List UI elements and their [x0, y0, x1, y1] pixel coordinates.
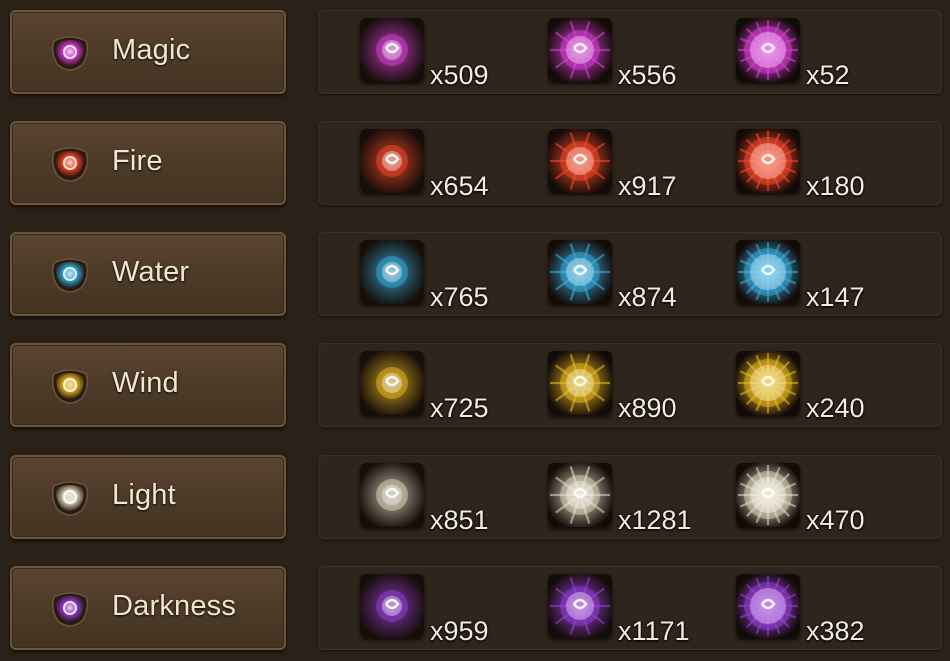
essence-item[interactable]: x725 — [360, 351, 530, 427]
essence-count: x240 — [806, 393, 865, 423]
essence-panel: x765 x874 x147 — [318, 232, 942, 316]
fire-essence-high-icon — [736, 129, 800, 193]
magic-essence-high-icon — [736, 18, 800, 82]
essence-item[interactable]: x509 — [360, 18, 530, 94]
essence-panel: x654 x917 x180 — [318, 121, 942, 205]
essence-count: x1281 — [618, 505, 692, 535]
essence-panel: x509 x556 x52 — [318, 10, 942, 94]
essence-count: x851 — [430, 505, 489, 535]
essence-item[interactable]: x874 — [548, 240, 718, 316]
fire-essence-low-icon — [360, 129, 424, 193]
wind-attribute-icon — [48, 364, 92, 408]
light-essence-mid-icon — [548, 463, 612, 527]
essence-item[interactable]: x1171 — [548, 574, 718, 650]
attribute-button-water[interactable]: Water — [10, 232, 286, 316]
darkness-attribute-icon — [48, 587, 92, 631]
essence-panel: x725 x890 x240 — [318, 343, 942, 427]
darkness-essence-mid-icon — [548, 574, 612, 638]
essence-item[interactable]: x851 — [360, 463, 530, 539]
wind-essence-mid-icon — [548, 351, 612, 415]
attribute-button-wind[interactable]: Wind — [10, 343, 286, 427]
darkness-essence-high-icon — [736, 574, 800, 638]
essence-count: x917 — [618, 171, 677, 201]
essence-count: x874 — [618, 282, 677, 312]
essence-count: x509 — [430, 60, 489, 90]
magic-essence-low-icon — [360, 18, 424, 82]
attribute-button-fire[interactable]: Fire — [10, 121, 286, 205]
attribute-label: Fire — [112, 145, 163, 177]
attribute-button-darkness[interactable]: Darkness — [10, 566, 286, 650]
essence-count: x765 — [430, 282, 489, 312]
attribute-row-magic: Magic x509 x556 x52 — [0, 10, 950, 106]
essence-item[interactable]: x382 — [736, 574, 906, 650]
attribute-button-light[interactable]: Light — [10, 455, 286, 539]
magic-attribute-icon — [48, 31, 92, 75]
fire-essence-mid-icon — [548, 129, 612, 193]
essence-count: x382 — [806, 616, 865, 646]
attribute-label: Wind — [112, 367, 179, 399]
essence-item[interactable]: x52 — [736, 18, 906, 94]
attribute-label: Water — [112, 256, 190, 288]
attribute-row-wind: Wind x725 x890 x240 — [0, 343, 950, 439]
attribute-label: Darkness — [112, 590, 237, 622]
essence-item[interactable]: x470 — [736, 463, 906, 539]
water-attribute-icon — [48, 253, 92, 297]
fire-attribute-icon — [48, 142, 92, 186]
attribute-row-light: Light x851 x1281 x470 — [0, 455, 950, 551]
wind-essence-low-icon — [360, 351, 424, 415]
essence-item[interactable]: x147 — [736, 240, 906, 316]
attribute-row-fire: Fire x654 x917 x180 — [0, 121, 950, 217]
essence-count: x654 — [430, 171, 489, 201]
essence-item[interactable]: x180 — [736, 129, 906, 205]
water-essence-mid-icon — [548, 240, 612, 304]
essence-item[interactable]: x556 — [548, 18, 718, 94]
essence-count: x725 — [430, 393, 489, 423]
essence-count: x470 — [806, 505, 865, 535]
essence-item[interactable]: x765 — [360, 240, 530, 316]
essence-item[interactable]: x917 — [548, 129, 718, 205]
light-essence-low-icon — [360, 463, 424, 527]
essence-panel: x851 x1281 x470 — [318, 455, 942, 539]
water-essence-high-icon — [736, 240, 800, 304]
essence-count: x959 — [430, 616, 489, 646]
light-attribute-icon — [48, 476, 92, 520]
wind-essence-high-icon — [736, 351, 800, 415]
essence-item[interactable]: x240 — [736, 351, 906, 427]
water-essence-low-icon — [360, 240, 424, 304]
attribute-label: Magic — [112, 34, 191, 66]
essence-count: x890 — [618, 393, 677, 423]
essence-item[interactable]: x959 — [360, 574, 530, 650]
essence-count: x147 — [806, 282, 865, 312]
essence-item[interactable]: x654 — [360, 129, 530, 205]
attribute-label: Light — [112, 479, 176, 511]
light-essence-high-icon — [736, 463, 800, 527]
essence-count: x180 — [806, 171, 865, 201]
essence-item[interactable]: x890 — [548, 351, 718, 427]
essence-panel: x959 x1171 x382 — [318, 566, 942, 650]
essence-inventory: Magic x509 x556 x52 Fire x654 x917 x180 … — [0, 0, 950, 661]
essence-item[interactable]: x1281 — [548, 463, 718, 539]
essence-count: x1171 — [618, 616, 690, 646]
darkness-essence-low-icon — [360, 574, 424, 638]
attribute-button-magic[interactable]: Magic — [10, 10, 286, 94]
magic-essence-mid-icon — [548, 18, 612, 82]
essence-count: x52 — [806, 60, 850, 90]
attribute-row-water: Water x765 x874 x147 — [0, 232, 950, 328]
essence-count: x556 — [618, 60, 677, 90]
attribute-row-darkness: Darkness x959 x1171 x382 — [0, 566, 950, 661]
